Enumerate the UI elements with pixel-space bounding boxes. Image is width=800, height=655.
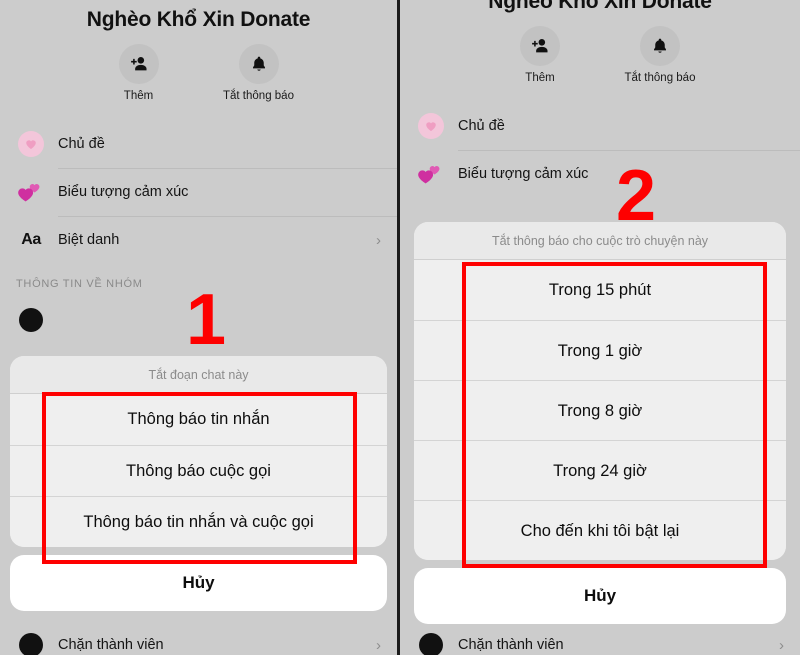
page-title: Nghèo Khổ Xin Donate [488,0,712,13]
row-chan-thanh-vien[interactable]: Chặn thành viên › [400,621,800,655]
quick-action-mute[interactable]: Tắt thông báo [621,26,699,84]
add-person-icon [118,44,159,84]
action-sheet-card: Tắt đoạn chat này Thông báo tin nhắn Thô… [10,356,387,547]
row-bieu-tuong-cam-xuc[interactable]: Biểu tượng cảm xúc [400,150,800,198]
bell-icon [238,44,279,84]
cancel-button[interactable]: Hủy [10,555,387,611]
row-chan-thanh-vien[interactable]: Chặn thành viên › [0,621,397,655]
block-member-icon [416,630,446,655]
row-label: Chủ đề [58,136,105,152]
aa-icon: Aa [21,231,41,248]
page-title: Nghèo Khổ Xin Donate [86,8,311,31]
sheet-option-until-i-turn-back-on[interactable]: Cho đến khi tôi bật lại [414,500,786,560]
row-label: Chủ đề [458,118,505,134]
quick-action-add[interactable]: Thêm [501,26,579,84]
bell-icon [640,26,680,66]
add-person-icon [520,26,560,66]
tutorial-screenshot: Nghèo Khổ Xin Donate Thêm Tắt thông báo … [0,0,800,655]
annotation-step-number-2: 2 [616,156,657,236]
block-member-icon [16,630,46,655]
quick-action-add[interactable]: Thêm [100,44,178,102]
row-chu-de[interactable]: Chủ đề [0,120,397,168]
action-sheet-right: Tắt thông báo cho cuộc trò chuyện này Tr… [414,222,786,624]
quick-action-mute[interactable]: Tắt thông báo [220,44,298,102]
chevron-right-icon: › [376,231,381,249]
action-sheet-card: Tắt thông báo cho cuộc trò chuyện này Tr… [414,222,786,560]
row-chu-de[interactable]: Chủ đề [400,102,800,150]
cancel-button[interactable]: Hủy [414,568,786,624]
quick-action-mute-label: Tắt thông báo [624,72,696,84]
sheet-option-1-hour[interactable]: Trong 1 giờ [414,320,786,380]
sheet-option-24-hours[interactable]: Trong 24 giờ [414,440,786,500]
theme-heart-icon [16,129,46,159]
quick-actions-row: Thêm Tắt thông báo [400,26,800,84]
settings-rows-right: Chủ đề Biểu tượng cảm xúc [400,102,800,198]
chevron-right-icon: › [376,636,381,654]
row-label: Chặn thành viên [458,637,564,653]
row-label: Biệt danh [58,232,120,248]
quick-actions-row: Thêm Tắt thông báo [0,44,397,102]
action-sheet-title: Tắt thông báo cho cuộc trò chuyện này [414,222,786,260]
chevron-right-icon: › [779,636,784,654]
row-bieu-tuong-cam-xuc[interactable]: Biểu tượng cảm xúc [0,168,397,216]
action-sheet-left: Tắt đoạn chat này Thông báo tin nhắn Thô… [10,356,387,611]
sheet-option-8-hours[interactable]: Trong 8 giờ [414,380,786,440]
row-label: Chặn thành viên [58,637,164,653]
emoji-hearts-icon [416,159,446,189]
quick-action-mute-label: Tắt thông báo [223,90,294,102]
quick-action-add-label: Thêm [123,90,154,102]
row-label: Biểu tượng cảm xúc [58,184,189,200]
action-sheet-title: Tắt đoạn chat này [10,356,387,394]
panel-left: Nghèo Khổ Xin Donate Thêm Tắt thông báo … [0,0,397,655]
quick-action-add-label: Thêm [525,72,555,84]
row-biet-danh[interactable]: Aa Biệt danh › [0,216,397,264]
theme-heart-icon [416,111,446,141]
sheet-option-message-notifications[interactable]: Thông báo tin nhắn [10,394,387,445]
group-info-icon [16,305,46,335]
annotation-step-number-1: 1 [186,280,227,360]
panel-right: Nghèo Khổ Xin Donate Thêm Tắt thông báo … [400,0,800,655]
emoji-hearts-icon [16,177,46,207]
sheet-option-call-notifications[interactable]: Thông báo cuộc gọi [10,445,387,496]
sheet-option-15-minutes[interactable]: Trong 15 phút [414,260,786,320]
sheet-option-message-and-call-notifications[interactable]: Thông báo tin nhắn và cuộc gọi [10,496,387,547]
